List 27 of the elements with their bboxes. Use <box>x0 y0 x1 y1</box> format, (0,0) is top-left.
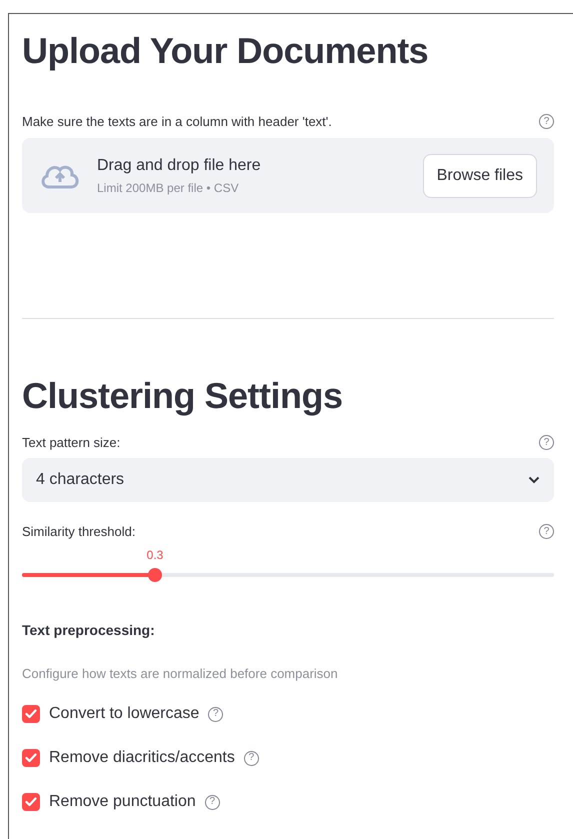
browse-files-button[interactable]: Browse files <box>422 154 537 198</box>
checkbox[interactable] <box>22 749 40 768</box>
checkbox-label[interactable]: Convert to lowercase <box>49 705 200 724</box>
select-label: Text pattern size: <box>22 435 120 450</box>
checkbox[interactable] <box>22 793 40 812</box>
pattern-size-select[interactable]: 4 characters <box>22 458 554 502</box>
file-dropzone[interactable]: Drag and drop file here Limit 200MB per file • CSV Browse files <box>22 138 554 214</box>
section-heading: Clustering Settings <box>22 374 344 418</box>
file-limit-text: Limit 200MB per file • CSV <box>97 180 240 195</box>
uploader-label: Make sure the texts are in a column with header 'text'. <box>22 114 332 130</box>
slider-label: Similarity threshold: <box>22 524 136 540</box>
checkbox-label[interactable]: Remove diacritics/accents <box>49 749 235 768</box>
checkbox[interactable] <box>22 705 40 724</box>
chevron-down-icon <box>528 476 540 484</box>
caption: Configure how texts are normalized before comparison <box>22 666 339 682</box>
slider-thumb[interactable] <box>148 568 162 582</box>
help-icon[interactable]: ? <box>539 524 554 540</box>
slider-value: 0.3 <box>146 548 164 562</box>
help-icon[interactable]: ? <box>244 750 259 766</box>
help-icon[interactable]: ? <box>204 794 220 810</box>
help-icon[interactable]: ? <box>539 114 554 130</box>
page-heading: Upload Your Documents <box>22 29 430 72</box>
subheading: Text preprocessing: <box>22 622 156 638</box>
checkbox-label[interactable]: Remove punctuation <box>49 793 196 812</box>
help-icon[interactable]: ? <box>208 706 224 722</box>
help-icon[interactable]: ? <box>539 435 554 450</box>
dropzone-instruction: Drag and drop file here <box>97 156 262 175</box>
